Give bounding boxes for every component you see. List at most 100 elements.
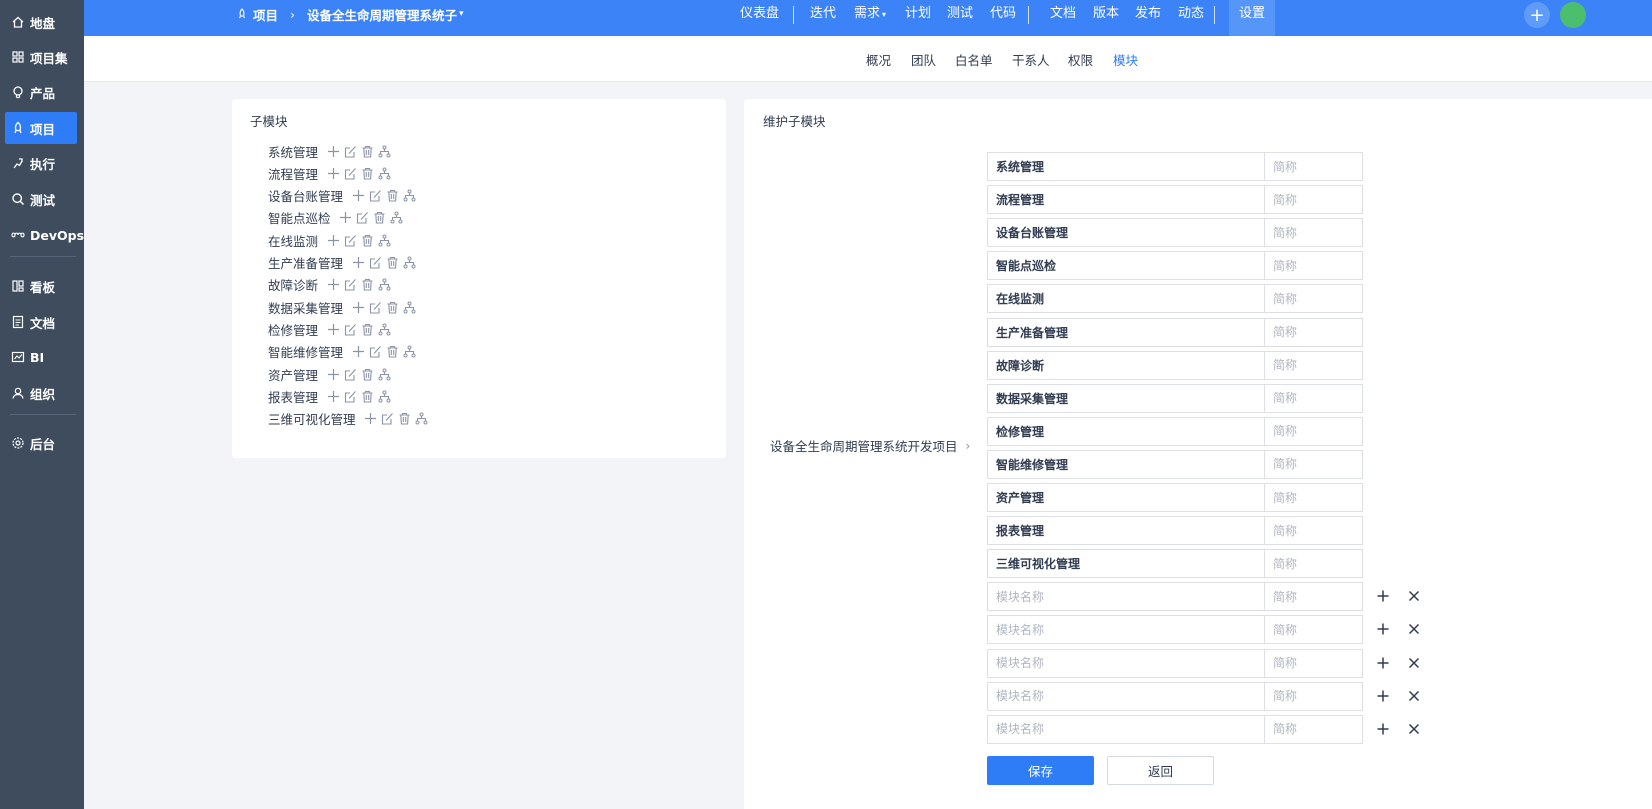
add-icon[interactable] xyxy=(326,322,340,336)
delete-icon[interactable] xyxy=(385,300,399,314)
add-icon[interactable] xyxy=(339,211,353,225)
module-name-input[interactable] xyxy=(987,483,1264,512)
sidebar-item-8[interactable]: 文档 xyxy=(5,306,77,338)
sitemap-icon[interactable] xyxy=(390,211,404,225)
edit-icon[interactable] xyxy=(343,278,357,292)
delete-icon[interactable] xyxy=(360,322,374,336)
module-name-input[interactable] xyxy=(987,582,1264,612)
add-icon[interactable] xyxy=(326,278,340,292)
remove-row-icon[interactable] xyxy=(1406,721,1422,737)
add-icon[interactable] xyxy=(326,389,340,403)
module-name-input[interactable] xyxy=(987,251,1264,281)
avatar[interactable] xyxy=(1560,2,1586,28)
module-name-input[interactable] xyxy=(987,185,1264,215)
module-name-input[interactable] xyxy=(987,714,1264,744)
module-name-input[interactable] xyxy=(987,383,1264,413)
sitemap-icon[interactable] xyxy=(402,189,416,203)
add-row-icon[interactable] xyxy=(1375,621,1391,637)
delete-icon[interactable] xyxy=(385,256,399,270)
delete-icon[interactable] xyxy=(360,233,374,247)
sitemap-icon[interactable] xyxy=(377,367,391,381)
edit-icon[interactable] xyxy=(343,233,357,247)
add-row-icon[interactable] xyxy=(1375,655,1391,671)
delete-icon[interactable] xyxy=(398,412,412,426)
module-short-name-input[interactable] xyxy=(1264,350,1363,380)
remove-row-icon[interactable] xyxy=(1406,621,1422,637)
subnav-tab-1[interactable]: 团队 xyxy=(911,50,936,69)
sidebar-item-7[interactable]: 看板 xyxy=(5,270,77,302)
sitemap-icon[interactable] xyxy=(377,389,391,403)
sidebar-item-6[interactable]: DevOps xyxy=(5,219,84,251)
add-icon[interactable] xyxy=(364,412,378,426)
delete-icon[interactable] xyxy=(385,345,399,359)
sitemap-icon[interactable] xyxy=(377,322,391,336)
sitemap-icon[interactable] xyxy=(402,256,416,270)
subnav-tab-2[interactable]: 白名单 xyxy=(955,50,993,69)
edit-icon[interactable] xyxy=(368,345,382,359)
sidebar-item-10[interactable]: 组织 xyxy=(5,377,77,409)
nav-tab-3[interactable]: 计划 xyxy=(905,0,931,28)
edit-icon[interactable] xyxy=(343,389,357,403)
subnav-tab-4[interactable]: 权限 xyxy=(1068,50,1093,69)
sitemap-icon[interactable] xyxy=(402,300,416,314)
nav-tab-0[interactable]: 仪表盘 xyxy=(740,0,779,28)
edit-icon[interactable] xyxy=(368,189,382,203)
module-name-input[interactable] xyxy=(987,549,1264,579)
sidebar-item-11[interactable]: 后台 xyxy=(5,427,77,459)
remove-row-icon[interactable] xyxy=(1406,655,1422,671)
add-icon[interactable] xyxy=(351,189,365,203)
module-name-input[interactable] xyxy=(987,218,1264,248)
sidebar-item-1[interactable]: 项目集 xyxy=(5,41,77,73)
module-short-name-input[interactable] xyxy=(1264,416,1363,446)
module-short-name-input[interactable] xyxy=(1264,681,1363,711)
nav-tab-8[interactable]: 发布 xyxy=(1135,0,1161,28)
module-short-name-input[interactable] xyxy=(1264,615,1363,645)
nav-tab-5[interactable]: 代码 xyxy=(990,0,1016,28)
sidebar-item-5[interactable]: 测试 xyxy=(5,183,77,215)
sidebar-item-0[interactable]: 地盘 xyxy=(5,6,77,38)
module-short-name-input[interactable] xyxy=(1264,185,1363,215)
edit-icon[interactable] xyxy=(343,144,357,158)
add-icon[interactable] xyxy=(326,367,340,381)
add-row-icon[interactable] xyxy=(1375,721,1391,737)
sidebar-item-4[interactable]: 执行 xyxy=(5,147,77,179)
add-icon[interactable] xyxy=(326,166,340,180)
chevron-down-icon[interactable]: ▾ xyxy=(459,9,464,19)
module-short-name-input[interactable] xyxy=(1264,284,1363,314)
sidebar-item-3[interactable]: 项目 xyxy=(5,112,77,144)
module-name-input[interactable] xyxy=(987,681,1264,711)
edit-icon[interactable] xyxy=(343,166,357,180)
delete-icon[interactable] xyxy=(385,189,399,203)
module-short-name-input[interactable] xyxy=(1264,449,1363,479)
module-short-name-input[interactable] xyxy=(1264,317,1363,347)
module-short-name-input[interactable] xyxy=(1264,483,1363,512)
sitemap-icon[interactable] xyxy=(377,144,391,158)
breadcrumb-root[interactable]: 项目 xyxy=(253,5,278,24)
back-button[interactable]: 返回 xyxy=(1107,756,1214,785)
delete-icon[interactable] xyxy=(360,367,374,381)
edit-icon[interactable] xyxy=(368,256,382,270)
module-name-input[interactable] xyxy=(987,615,1264,645)
nav-tab-1[interactable]: 迭代 xyxy=(810,0,836,28)
add-icon[interactable]: + xyxy=(1524,2,1550,28)
module-short-name-input[interactable] xyxy=(1264,383,1363,413)
delete-icon[interactable] xyxy=(373,211,387,225)
module-short-name-input[interactable] xyxy=(1264,218,1363,248)
subnav-tab-0[interactable]: 概况 xyxy=(866,50,891,69)
module-short-name-input[interactable] xyxy=(1264,582,1363,612)
sitemap-icon[interactable] xyxy=(415,412,429,426)
edit-icon[interactable] xyxy=(381,412,395,426)
module-short-name-input[interactable] xyxy=(1264,648,1363,678)
module-name-input[interactable] xyxy=(987,449,1264,479)
module-name-input[interactable] xyxy=(987,350,1264,380)
module-short-name-input[interactable] xyxy=(1264,516,1363,546)
module-name-input[interactable] xyxy=(987,416,1264,446)
delete-icon[interactable] xyxy=(360,278,374,292)
sitemap-icon[interactable] xyxy=(377,166,391,180)
sitemap-icon[interactable] xyxy=(377,233,391,247)
save-button[interactable]: 保存 xyxy=(987,756,1094,785)
edit-icon[interactable] xyxy=(343,367,357,381)
module-short-name-input[interactable] xyxy=(1264,152,1363,181)
add-icon[interactable] xyxy=(326,144,340,158)
delete-icon[interactable] xyxy=(360,166,374,180)
